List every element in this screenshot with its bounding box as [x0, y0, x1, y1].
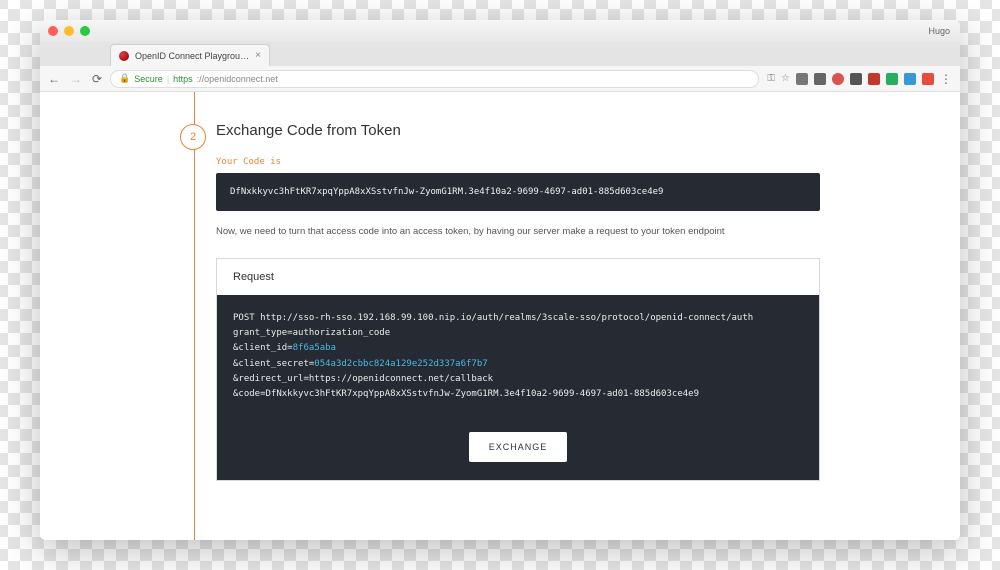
request-line-grant: grant_type=authorization_code: [233, 326, 803, 341]
tab-title: OpenID Connect Playground: [135, 51, 249, 61]
step-description: Now, we need to turn that access code in…: [216, 225, 820, 239]
extension-icon[interactable]: [796, 73, 808, 85]
request-line-code: &code=DfNxkkyvc3hFtKR7xpqYppA8xXSstvfnJw…: [233, 387, 803, 402]
code-label: Your Code is: [216, 157, 820, 167]
window-controls: [48, 26, 90, 36]
request-line-client-id: &client_id=8f6a5aba: [233, 341, 803, 356]
minimize-window-icon[interactable]: [64, 26, 74, 36]
secure-label: Secure: [134, 74, 163, 84]
code-value-box: DfNxkkyvc3hFtKR7xpqYppA8xXSstvfnJw-ZyomG…: [216, 173, 820, 211]
extension-icon[interactable]: [814, 73, 826, 85]
browser-toolbar: ← → ⟳ 🔒 Secure | https ://openidconnect.…: [40, 66, 960, 92]
tab-bar: OpenID Connect Playground ×: [40, 42, 960, 66]
request-panel: Request POST http://sso-rh-sso.192.168.9…: [216, 258, 820, 482]
page-viewport: 2 Exchange Code from Token Your Code is …: [40, 92, 960, 540]
extension-icon[interactable]: [904, 73, 916, 85]
url-scheme: https: [173, 74, 193, 84]
star-icon[interactable]: ☆: [781, 73, 790, 84]
request-footer: EXCHANGE: [217, 418, 819, 480]
extension-icon[interactable]: [832, 73, 844, 85]
lock-icon: 🔒: [119, 73, 130, 84]
step-indicator-column: 2: [180, 122, 216, 481]
extension-icon[interactable]: [886, 73, 898, 85]
request-line-redirect: &redirect_url=https://openidconnect.net/…: [233, 372, 803, 387]
close-tab-icon[interactable]: ×: [255, 50, 261, 61]
reload-icon[interactable]: ⟳: [92, 72, 102, 86]
step-title: Exchange Code from Token: [216, 122, 820, 139]
extension-icon[interactable]: [922, 73, 934, 85]
titlebar: Hugo: [40, 20, 960, 42]
step-number-badge: 2: [180, 124, 206, 150]
browser-window: Hugo OpenID Connect Playground × ← → ⟳ 🔒…: [40, 20, 960, 540]
address-bar[interactable]: 🔒 Secure | https ://openidconnect.net: [110, 70, 759, 88]
request-header: Request: [217, 259, 819, 295]
exchange-button[interactable]: EXCHANGE: [469, 432, 568, 462]
extension-icon[interactable]: [868, 73, 880, 85]
favicon-icon: [119, 51, 129, 61]
back-icon[interactable]: ←: [48, 72, 60, 86]
request-line-client-secret: &client_secret=054a3d2cbbc824a129e252d33…: [233, 357, 803, 372]
extension-icons: ⚿ ☆ ⋮: [767, 72, 952, 86]
close-window-icon[interactable]: [48, 26, 58, 36]
request-line-post: POST http://sso-rh-sso.192.168.99.100.ni…: [233, 311, 803, 326]
request-body: POST http://sso-rh-sso.192.168.99.100.ni…: [217, 295, 819, 419]
forward-icon[interactable]: →: [70, 72, 82, 86]
browser-tab[interactable]: OpenID Connect Playground ×: [110, 44, 270, 66]
menu-icon[interactable]: ⋮: [940, 72, 952, 86]
profile-label: Hugo: [928, 26, 950, 36]
url-host: ://openidconnect.net: [197, 74, 278, 84]
nav-controls: ← → ⟳: [48, 72, 102, 86]
extension-icon[interactable]: [850, 73, 862, 85]
step-line: [194, 92, 195, 540]
maximize-window-icon[interactable]: [80, 26, 90, 36]
key-icon[interactable]: ⚿: [767, 73, 775, 84]
